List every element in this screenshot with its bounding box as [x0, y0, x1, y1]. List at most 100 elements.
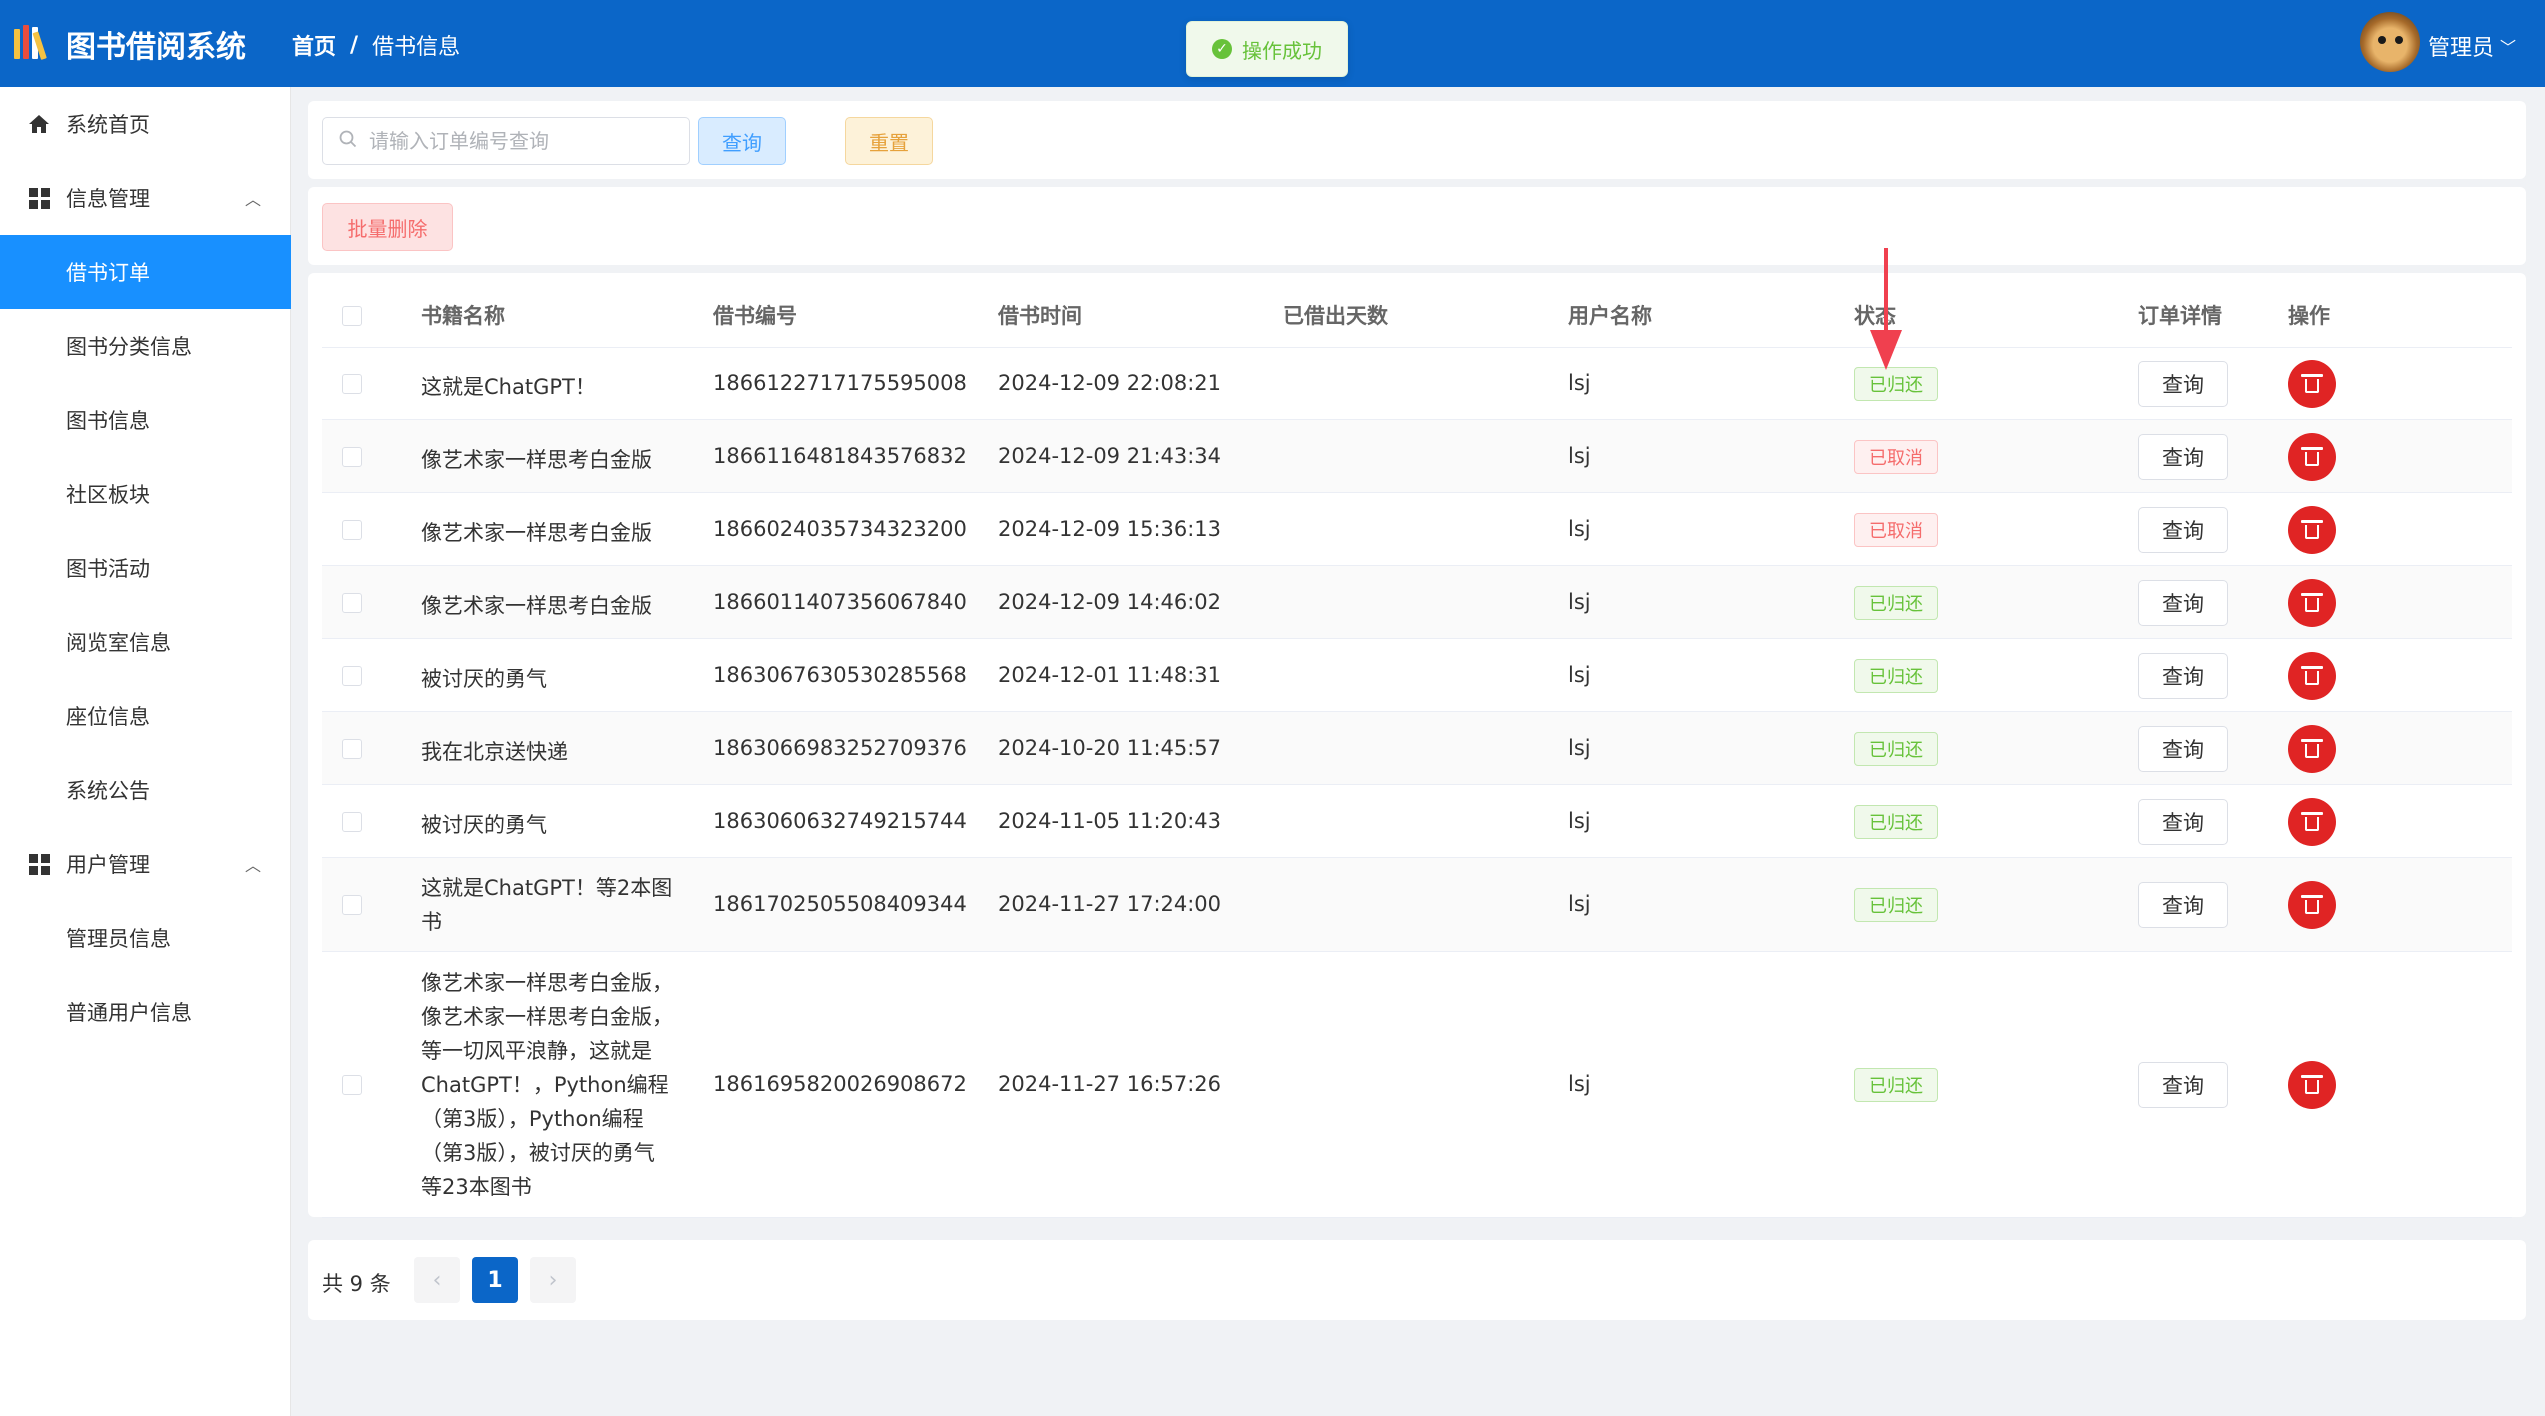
row-checkbox[interactable] — [342, 665, 362, 686]
page-button-current[interactable]: 1 — [472, 1257, 518, 1303]
cell-borrow-code: 1861695820026908672 — [713, 1072, 967, 1096]
trash-icon — [2301, 1075, 2323, 1095]
row-checkbox[interactable] — [342, 519, 362, 540]
order-detail-button[interactable]: 查询 — [2138, 725, 2228, 772]
success-toast: ✓ 操作成功 — [1186, 21, 1348, 77]
trash-icon — [2301, 811, 2323, 832]
cell-borrow-time: 2024-12-09 21:43:34 — [998, 443, 1222, 468]
cell-user-name: lsj — [1568, 1072, 1591, 1096]
reset-button[interactable]: 重置 — [845, 117, 933, 165]
order-detail-button[interactable]: 查询 — [2138, 652, 2228, 699]
query-button[interactable]: 查询 — [698, 117, 786, 165]
sidebar-group-info-management[interactable]: 信息管理 ︿ — [0, 161, 291, 235]
row-checkbox[interactable] — [342, 738, 362, 759]
delete-button[interactable] — [2288, 360, 2336, 408]
cell-book-name: 像艺术家一样思考白金版， 像艺术家一样思考白金版， 等一切风平浪静，这就是 ChatG… — [421, 966, 673, 1204]
row-checkbox[interactable] — [342, 895, 362, 915]
delete-button[interactable] — [2288, 724, 2336, 773]
cell-borrow-time: 2024-12-09 15:36:13 — [998, 516, 1222, 541]
col-header-days: 已借出天数 — [1283, 304, 1388, 328]
breadcrumb-separator: / — [350, 32, 359, 58]
table-row: 被讨厌的勇气 1863060632749215744 2024-11-05 11:2… — [322, 785, 2512, 858]
pagination: 共 9 条 ‹ 1 › — [308, 1240, 2526, 1320]
delete-button[interactable] — [2288, 505, 2336, 554]
chevron-down-icon: ﹀ — [2500, 38, 2517, 57]
breadcrumb-home[interactable]: 首页 — [292, 29, 336, 61]
book-name-line: 书 — [421, 910, 442, 934]
sidebar-item-announcements[interactable]: 系统公告 — [0, 753, 291, 827]
order-detail-button[interactable]: 查询 — [2138, 433, 2228, 480]
sidebar-item-label: 图书活动 — [66, 557, 150, 581]
col-header-user: 用户名称 — [1568, 304, 1652, 328]
row-checkbox[interactable] — [342, 1075, 362, 1095]
sidebar-item-reading-rooms[interactable]: 阅览室信息 — [0, 605, 291, 679]
status-badge: 已归还 — [1854, 731, 1938, 766]
book-name-line: 这就是ChatGPT！等2本图 — [421, 876, 673, 900]
book-name-line: （第3版），Python编程 — [421, 1107, 644, 1131]
delete-button[interactable] — [2288, 651, 2336, 700]
order-detail-button[interactable]: 查询 — [2138, 1062, 2228, 1108]
sidebar-item-label: 普通用户信息 — [66, 1001, 192, 1025]
order-detail-button[interactable]: 查询 — [2138, 882, 2228, 928]
cell-book-name: 像艺术家一样思考白金版 — [421, 447, 652, 472]
cell-book-name: 像艺术家一样思考白金版 — [421, 520, 652, 545]
search-input[interactable] — [369, 129, 669, 153]
sidebar-item-books[interactable]: 图书信息 — [0, 383, 291, 457]
sidebar-item-seats[interactable]: 座位信息 — [0, 679, 291, 753]
delete-button[interactable] — [2288, 797, 2336, 846]
status-badge: 已取消 — [1854, 439, 1938, 474]
action-bar: 批量删除 — [308, 187, 2526, 265]
grid-icon — [28, 853, 50, 875]
sidebar-item-label: 阅览室信息 — [66, 631, 171, 655]
cell-borrow-time: 2024-10-20 11:45:57 — [998, 735, 1222, 760]
chevron-left-icon[interactable]: ‹ — [414, 1257, 460, 1303]
sidebar-item-book-categories[interactable]: 图书分类信息 — [0, 309, 291, 383]
search-icon — [339, 129, 357, 153]
sidebar-group-user-management[interactable]: 用户管理 ︿ — [0, 827, 291, 901]
batch-delete-button[interactable]: 批量删除 — [322, 203, 453, 251]
cell-book-name: 我在北京送快递 — [421, 739, 568, 764]
sidebar-item-label: 图书分类信息 — [66, 335, 192, 359]
sidebar-item-admins[interactable]: 管理员信息 — [0, 901, 291, 975]
order-detail-button[interactable]: 查询 — [2138, 798, 2228, 845]
sidebar-item-label: 座位信息 — [66, 705, 150, 729]
trash-icon — [2301, 374, 2323, 394]
row-checkbox[interactable] — [342, 374, 362, 394]
table-row: 我在北京送快递 1863066983252709376 2024-10-20 11:… — [322, 712, 2512, 785]
order-detail-button[interactable]: 查询 — [2138, 506, 2228, 553]
sidebar-item-label: 社区板块 — [66, 483, 150, 507]
cell-book-name: 像艺术家一样思考白金版 — [421, 593, 652, 618]
breadcrumb-current: 借书信息 — [372, 35, 461, 60]
grid-icon — [28, 187, 50, 209]
delete-button[interactable] — [2288, 432, 2336, 481]
order-search-field[interactable] — [322, 117, 690, 165]
sidebar-item-borrow-orders[interactable]: 借书订单 — [0, 235, 291, 309]
row-checkbox[interactable] — [342, 446, 362, 467]
delete-button[interactable] — [2288, 1061, 2336, 1109]
avatar[interactable] — [2360, 12, 2420, 72]
trash-icon — [2301, 446, 2323, 467]
sidebar-item-label: 借书订单 — [66, 261, 150, 285]
trash-icon — [2301, 519, 2323, 540]
delete-button[interactable] — [2288, 881, 2336, 929]
sidebar-item-community[interactable]: 社区板块 — [0, 457, 291, 531]
sidebar-item-home[interactable]: 系统首页 — [0, 87, 291, 161]
order-detail-button[interactable]: 查询 — [2138, 579, 2228, 626]
chevron-up-icon: ︿ — [244, 856, 261, 875]
order-detail-button[interactable]: 查询 — [2138, 361, 2228, 407]
row-checkbox[interactable] — [342, 592, 362, 613]
delete-button[interactable] — [2288, 578, 2336, 627]
col-header-time: 借书时间 — [998, 304, 1082, 328]
status-badge: 已归还 — [1854, 804, 1938, 839]
table-row: 这就是ChatGPT！ 1866122717175595008 2024-12-09… — [322, 348, 2512, 420]
cell-user-name: lsj — [1568, 589, 1591, 614]
table-row: 像艺术家一样思考白金版 1866024035734323200 2024-12-09… — [322, 493, 2512, 566]
user-menu[interactable]: 管理员 ﹀ — [2428, 30, 2516, 62]
cell-borrow-code: 1866122717175595008 — [713, 371, 967, 395]
row-checkbox[interactable] — [342, 811, 362, 832]
sidebar-item-normal-users[interactable]: 普通用户信息 — [0, 975, 291, 1049]
select-all-checkbox[interactable] — [342, 306, 362, 326]
cell-book-name: 这就是ChatGPT！等2本图书 — [421, 871, 672, 939]
chevron-right-icon[interactable]: › — [530, 1257, 576, 1303]
sidebar-item-book-events[interactable]: 图书活动 — [0, 531, 291, 605]
